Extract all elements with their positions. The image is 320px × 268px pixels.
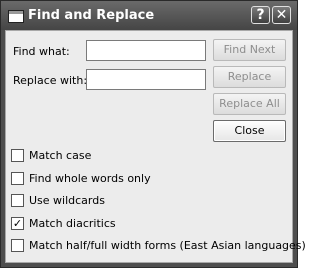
replace-button[interactable]: Replace — [213, 66, 286, 88]
checkbox[interactable] — [11, 239, 24, 252]
replace-with-label: Replace with: — [13, 74, 88, 87]
find-what-label: Find what: — [13, 45, 70, 58]
close-button[interactable]: Close — [213, 120, 286, 142]
window-icon — [8, 10, 24, 23]
find-what-input[interactable] — [86, 40, 206, 61]
dialog-body: Find what: Replace with: Find Next Repla… — [5, 30, 306, 263]
option-label: Match half/full width forms (East Asian … — [29, 239, 306, 252]
find-replace-dialog: Find and Replace ? ✕ Find what: Replace … — [0, 0, 306, 268]
option-label: Match diacritics — [29, 217, 116, 230]
checkbox[interactable] — [11, 149, 24, 162]
checkbox[interactable] — [11, 172, 24, 185]
checkbox[interactable]: ✓ — [11, 217, 24, 230]
option-label: Match case — [29, 149, 92, 162]
title-bar[interactable]: Find and Replace ? ✕ — [1, 1, 297, 30]
option-label: Use wildcards — [29, 194, 105, 207]
find-next-button[interactable]: Find Next — [213, 39, 286, 61]
help-button[interactable]: ? — [251, 6, 270, 24]
checkbox[interactable] — [11, 194, 24, 207]
dialog-title: Find and Replace — [28, 8, 155, 23]
replace-all-button[interactable]: Replace All — [213, 93, 286, 115]
close-window-button[interactable]: ✕ — [272, 6, 291, 24]
replace-with-input[interactable] — [86, 69, 206, 90]
option-label: Find whole words only — [29, 172, 151, 185]
